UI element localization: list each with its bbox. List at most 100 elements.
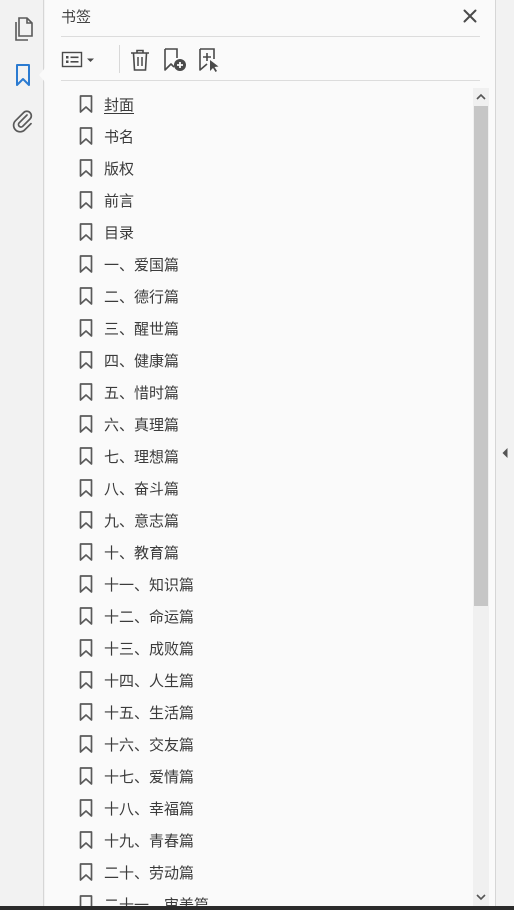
bookmark-item[interactable]: 六、真理篇 xyxy=(61,408,461,440)
navigation-rail xyxy=(0,0,44,910)
options-menu-icon xyxy=(61,51,94,68)
bookmark-label: 十六、交友篇 xyxy=(104,735,195,754)
bookmark-item[interactable]: 二十、劳动篇 xyxy=(61,856,461,888)
bookmark-item[interactable]: 十二、命运篇 xyxy=(61,600,461,632)
chevron-up-icon xyxy=(476,93,486,100)
close-panel-button[interactable] xyxy=(460,6,480,26)
new-bookmark-from-structure-icon xyxy=(199,48,219,72)
bookmark-item[interactable]: 封面 xyxy=(61,88,461,120)
bookmark-item[interactable]: 四、健康篇 xyxy=(61,344,461,376)
bookmark-item[interactable]: 十一、知识篇 xyxy=(61,568,461,600)
bookmark-item[interactable]: 十、教育篇 xyxy=(61,536,461,568)
bookmark-label: 十八、幸福篇 xyxy=(104,799,195,818)
bookmark-icon xyxy=(79,447,93,465)
bookmark-label: 十、教育篇 xyxy=(104,543,180,562)
bookmark-label: 十二、命运篇 xyxy=(104,607,195,626)
bookmark-icon xyxy=(79,639,93,657)
bookmark-icon xyxy=(79,383,93,401)
bookmark-icon xyxy=(79,543,93,561)
bookmark-label: 十四、人生篇 xyxy=(104,671,195,690)
bookmark-icon xyxy=(79,95,93,113)
bookmark-item[interactable]: 十三、成败篇 xyxy=(61,632,461,664)
chevron-down-icon xyxy=(476,894,486,901)
bookmark-item[interactable]: 一、爱国篇 xyxy=(61,248,461,280)
bookmark-icon xyxy=(79,799,93,817)
bookmark-icon xyxy=(79,351,93,369)
bookmark-icon xyxy=(79,255,93,273)
bookmark-item[interactable]: 五、惜时篇 xyxy=(61,376,461,408)
bookmark-item[interactable]: 十六、交友篇 xyxy=(61,728,461,760)
bookmark-label: 书名 xyxy=(104,127,135,146)
new-bookmark-button[interactable] xyxy=(161,47,189,73)
collapse-pane-button[interactable] xyxy=(498,444,512,462)
bookmark-item[interactable]: 二、德行篇 xyxy=(61,280,461,312)
bookmark-label: 前言 xyxy=(104,191,135,210)
bookmark-label: 八、奋斗篇 xyxy=(104,479,180,498)
bookmark-item[interactable]: 十四、人生篇 xyxy=(61,664,461,696)
close-icon xyxy=(463,9,477,23)
bookmark-item[interactable]: 七、理想篇 xyxy=(61,440,461,472)
bookmark-item[interactable]: 八、奋斗篇 xyxy=(61,472,461,504)
bookmark-icon xyxy=(79,575,93,593)
toolbar-separator xyxy=(119,45,120,73)
pages-icon[interactable] xyxy=(10,16,36,42)
bookmark-item[interactable]: 前言 xyxy=(61,184,461,216)
bookmark-label: 四、健康篇 xyxy=(104,351,180,370)
bookmark-icon xyxy=(79,671,93,689)
bookmark-label: 封面 xyxy=(104,95,135,114)
scroll-up-arrow[interactable] xyxy=(473,89,489,105)
bookmark-item[interactable]: 版权 xyxy=(61,152,461,184)
delete-icon xyxy=(131,49,149,71)
bookmark-label: 十一、知识篇 xyxy=(104,575,195,594)
panel-title: 书签 xyxy=(61,8,92,26)
bookmark-list: 封面书名版权前言目录一、爱国篇二、德行篇三、醒世篇四、健康篇五、惜时篇六、真理篇… xyxy=(61,88,471,910)
bookmark-icon xyxy=(79,767,93,785)
bookmark-label: 目录 xyxy=(104,223,135,242)
bookmark-label: 十七、爱情篇 xyxy=(104,767,195,786)
scroll-down-arrow[interactable] xyxy=(473,889,489,905)
bookmark-icon xyxy=(79,223,93,241)
bookmark-icon xyxy=(79,159,93,177)
bookmark-label: 五、惜时篇 xyxy=(104,383,180,402)
bookmark-label: 六、真理篇 xyxy=(104,415,180,434)
bookmark-icon xyxy=(79,415,93,433)
bookmark-icon xyxy=(79,511,93,529)
bookmarks-panel: 书签 封面 书名 版权 前言 目录 一、爱国篇 二、德行篇 三、醒世篇 四、健康… xyxy=(45,0,496,910)
bookmark-item[interactable]: 三、醒世篇 xyxy=(61,312,461,344)
new-bookmark-icon xyxy=(164,48,186,71)
bookmark-icon[interactable] xyxy=(10,62,36,88)
bookmark-label: 三、醒世篇 xyxy=(104,319,180,338)
bookmark-icon xyxy=(79,607,93,625)
bookmark-label: 七、理想篇 xyxy=(104,447,180,466)
bookmark-label: 十三、成败篇 xyxy=(104,639,195,658)
bookmark-label: 二十、劳动篇 xyxy=(104,863,195,882)
bookmark-label: 一、爱国篇 xyxy=(104,255,180,274)
panel-header: 书签 xyxy=(61,0,480,37)
bookmark-item[interactable]: 十五、生活篇 xyxy=(61,696,461,728)
vertical-scrollbar[interactable] xyxy=(473,88,489,908)
bookmark-icon xyxy=(79,703,93,721)
new-bookmark-from-structure-button[interactable] xyxy=(196,47,224,73)
bookmark-item[interactable]: 九、意志篇 xyxy=(61,504,461,536)
window-bottom-edge xyxy=(0,906,514,910)
bookmark-label: 二、德行篇 xyxy=(104,287,180,306)
attachment-icon[interactable] xyxy=(10,108,36,134)
bookmark-icon xyxy=(79,735,93,753)
bookmarks-toolbar xyxy=(61,37,480,81)
bookmark-label: 十五、生活篇 xyxy=(104,703,195,722)
bookmark-icon xyxy=(79,127,93,145)
bookmark-item[interactable]: 目录 xyxy=(61,216,461,248)
bookmark-item[interactable]: 十七、爱情篇 xyxy=(61,760,461,792)
bookmark-icon xyxy=(79,287,93,305)
bookmark-item[interactable]: 十九、青春篇 xyxy=(61,824,461,856)
bookmark-icon xyxy=(79,863,93,881)
scrollbar-thumb[interactable] xyxy=(474,106,488,606)
bookmark-item[interactable]: 书名 xyxy=(61,120,461,152)
bookmark-icon xyxy=(79,319,93,337)
delete-bookmark-button[interactable] xyxy=(127,47,153,73)
bookmark-label: 版权 xyxy=(104,159,135,178)
bookmark-item[interactable]: 十八、幸福篇 xyxy=(61,792,461,824)
chevron-left-icon xyxy=(502,448,508,458)
bookmark-icon xyxy=(79,479,93,497)
options-menu-button[interactable] xyxy=(61,47,97,73)
